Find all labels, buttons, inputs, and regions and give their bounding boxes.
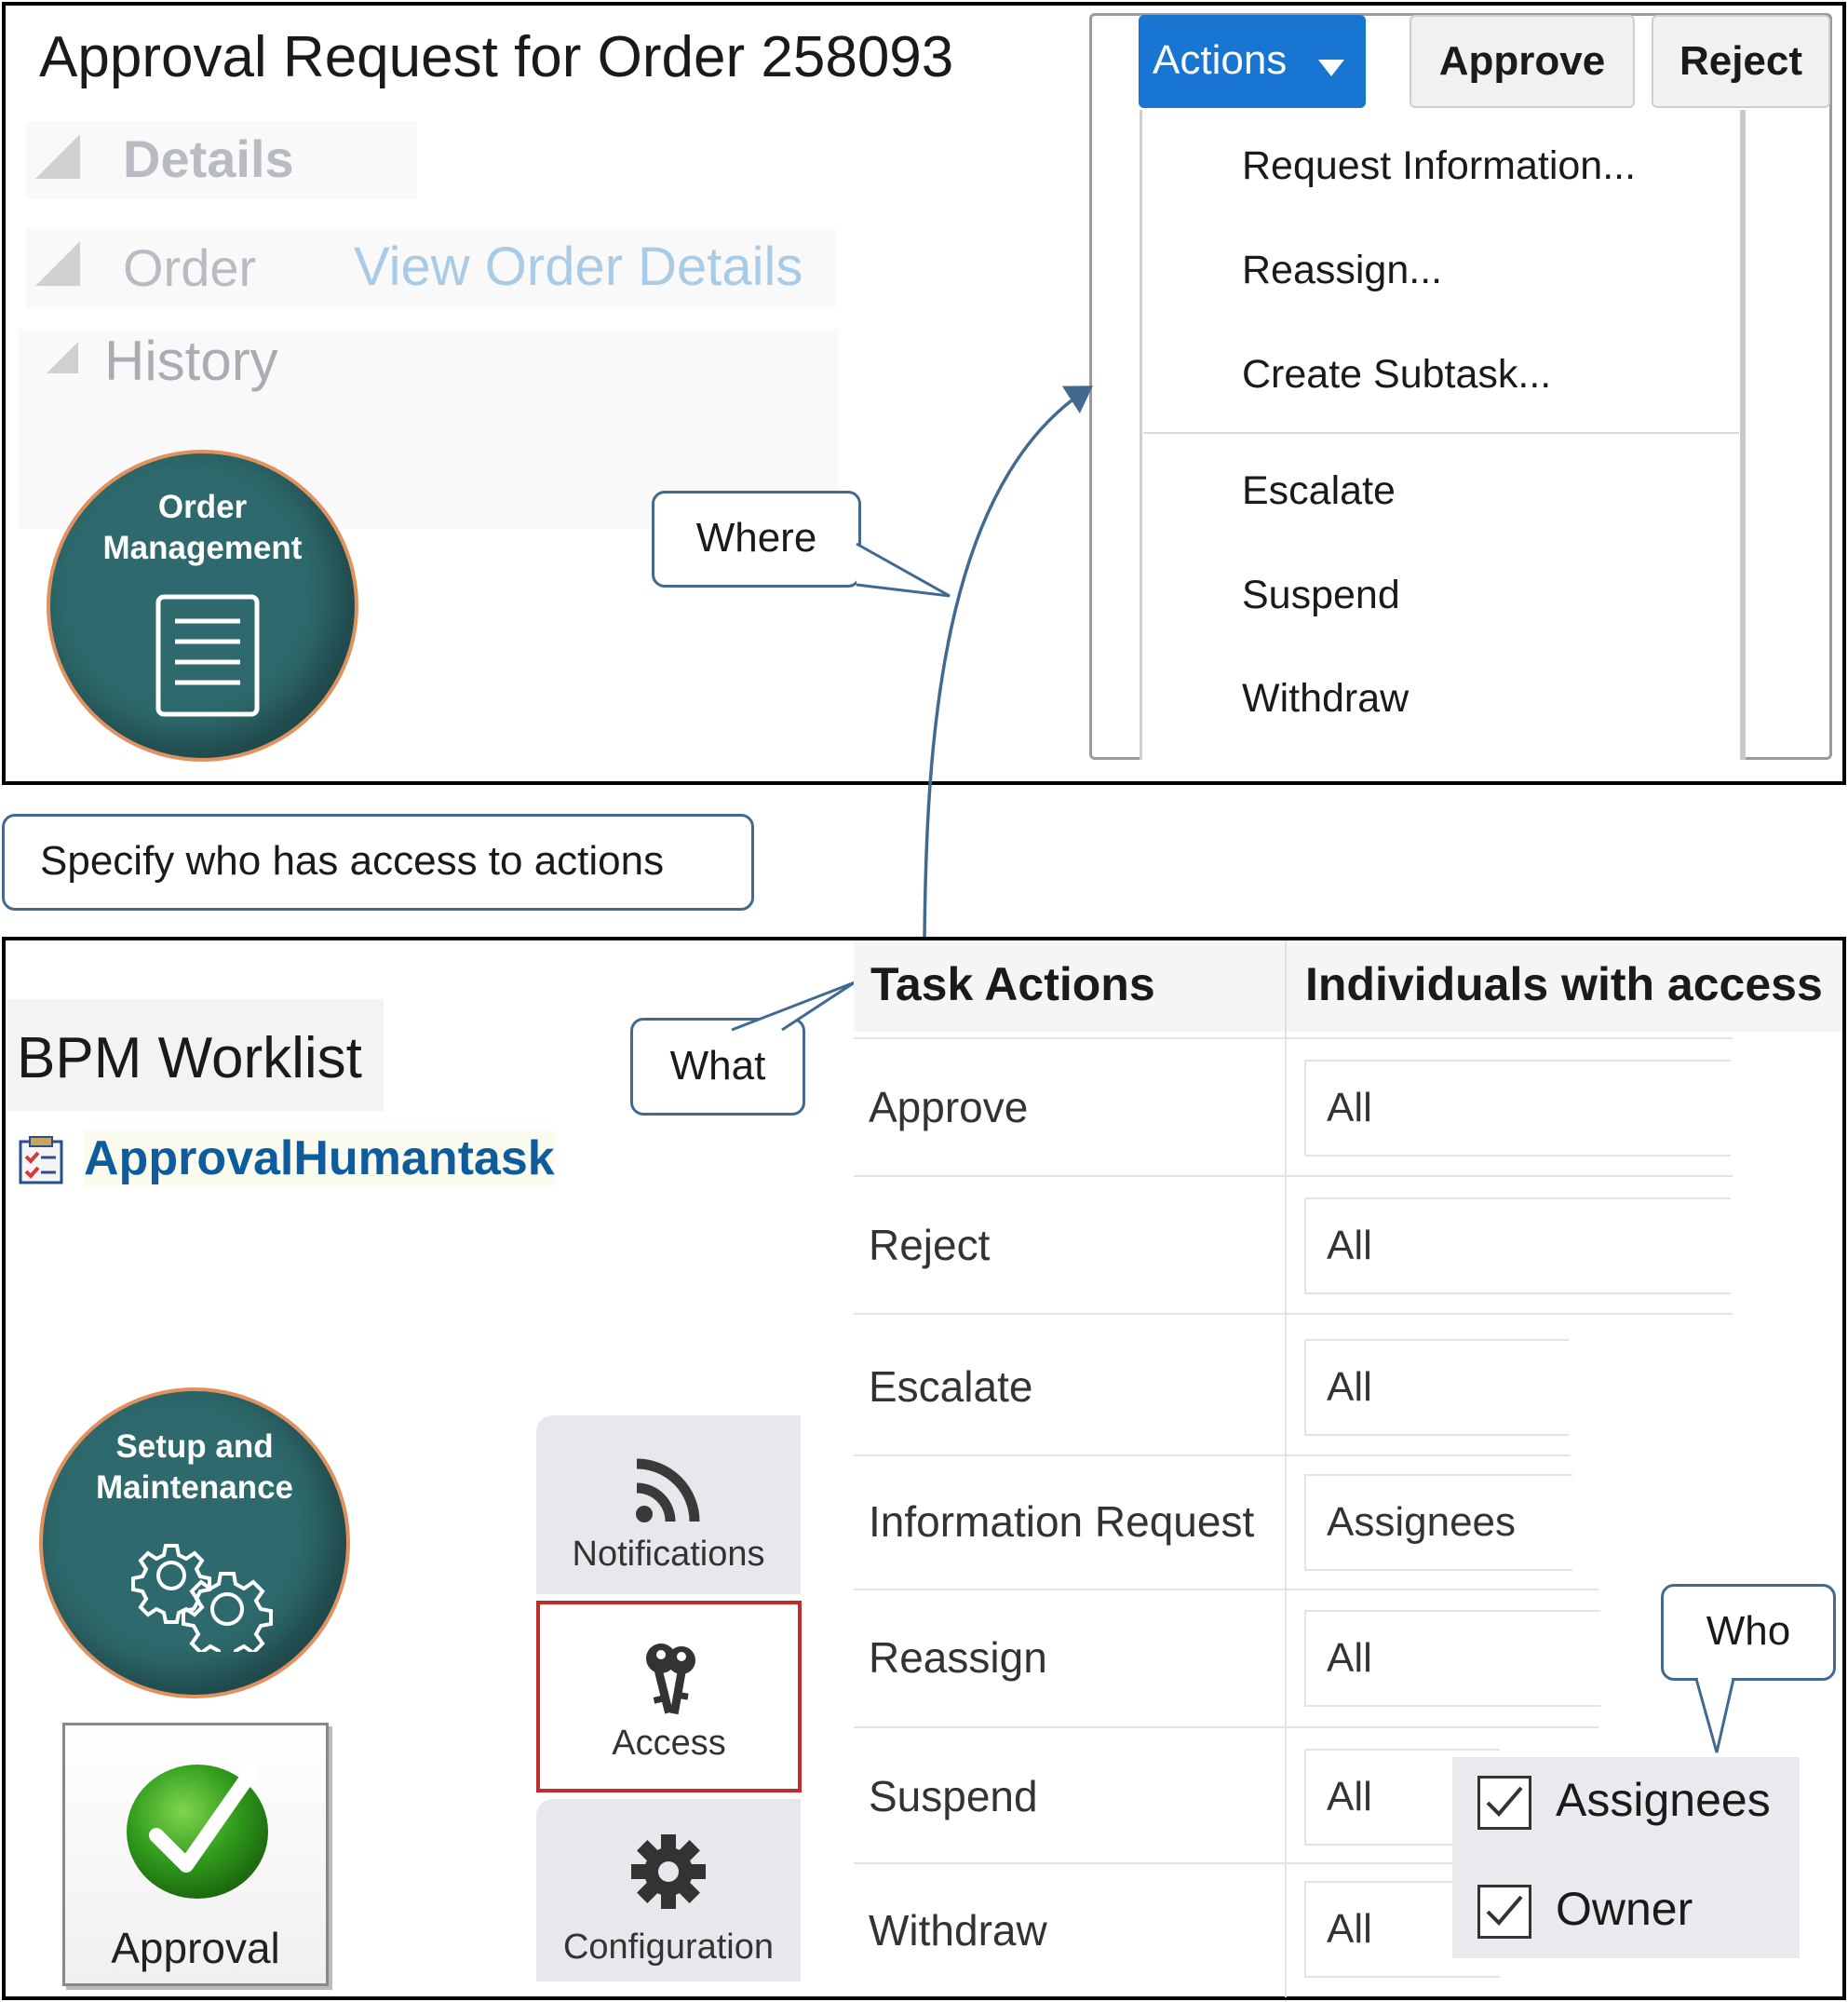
column-header-individuals-with-access: Individuals with access bbox=[1287, 940, 1842, 1032]
row-divider bbox=[854, 1589, 1598, 1590]
row-reassign-access-field[interactable]: All bbox=[1304, 1610, 1600, 1707]
owner-option-label: Owner bbox=[1556, 1883, 1693, 1935]
rss-feed-icon bbox=[636, 1458, 700, 1522]
where-callout-tail bbox=[856, 542, 951, 598]
tab-notifications-label: Notifications bbox=[572, 1535, 765, 1574]
checkmark-icon bbox=[1486, 1895, 1523, 1926]
row-divider bbox=[854, 1175, 1733, 1177]
assignees-checkbox[interactable] bbox=[1477, 1776, 1531, 1830]
row-escalate-action: Escalate bbox=[869, 1362, 1033, 1411]
approval-tile-label: Approval bbox=[111, 1924, 280, 1972]
row-reject-access-field[interactable]: All bbox=[1304, 1197, 1731, 1294]
setup-and-maintenance-label: Setup and Maintenance bbox=[96, 1428, 293, 1506]
tab-access[interactable]: Access bbox=[536, 1601, 802, 1792]
row-divider bbox=[854, 1726, 1598, 1728]
row-divider bbox=[854, 1454, 1571, 1456]
tab-access-label: Access bbox=[612, 1724, 726, 1763]
assignees-option-label: Assignees bbox=[1556, 1774, 1771, 1826]
row-divider bbox=[854, 1313, 1733, 1315]
tab-notifications[interactable]: Notifications bbox=[536, 1415, 801, 1594]
approval-tile[interactable]: Approval bbox=[62, 1723, 329, 1986]
row-reject-action: Reject bbox=[869, 1221, 991, 1269]
row-reassign-action: Reassign bbox=[869, 1633, 1047, 1682]
who-callout-tail bbox=[1694, 1676, 1735, 1753]
specify-access-callout: Specify who has access to actions bbox=[2, 814, 754, 911]
checkmark-icon bbox=[1486, 1786, 1523, 1817]
row-escalate-access-field[interactable]: All bbox=[1304, 1339, 1569, 1436]
row-information-request-action: Information Request bbox=[869, 1497, 1255, 1546]
setup-and-maintenance-badge: Setup and Maintenance bbox=[39, 1387, 350, 1698]
column-divider bbox=[1285, 940, 1287, 1997]
bpm-worklist-title: BPM Worklist bbox=[7, 999, 384, 1111]
where-callout: Where bbox=[652, 491, 861, 588]
gear-icon bbox=[631, 1834, 706, 1909]
tab-configuration[interactable]: Configuration bbox=[536, 1799, 801, 1982]
row-approve-access-field[interactable]: All bbox=[1304, 1060, 1731, 1157]
row-approve-action: Approve bbox=[869, 1083, 1029, 1131]
row-information-request-access-field[interactable]: Assignees bbox=[1304, 1474, 1572, 1571]
checkmark-icon bbox=[127, 1765, 268, 1899]
row-divider bbox=[854, 1037, 1733, 1039]
column-header-task-actions: Task Actions bbox=[854, 940, 1285, 1032]
who-callout: Who bbox=[1661, 1584, 1836, 1681]
row-suspend-action: Suspend bbox=[869, 1772, 1038, 1820]
approval-human-task-link[interactable]: ApprovalHumantask bbox=[84, 1130, 555, 1186]
keys-icon bbox=[646, 1644, 695, 1715]
tab-configuration-label: Configuration bbox=[562, 1928, 775, 1967]
what-callout-tail bbox=[731, 981, 856, 1032]
gears-icon bbox=[131, 1544, 273, 1652]
task-list-icon bbox=[19, 1136, 63, 1184]
row-withdraw-action: Withdraw bbox=[869, 1906, 1047, 1955]
owner-checkbox[interactable] bbox=[1477, 1885, 1531, 1939]
